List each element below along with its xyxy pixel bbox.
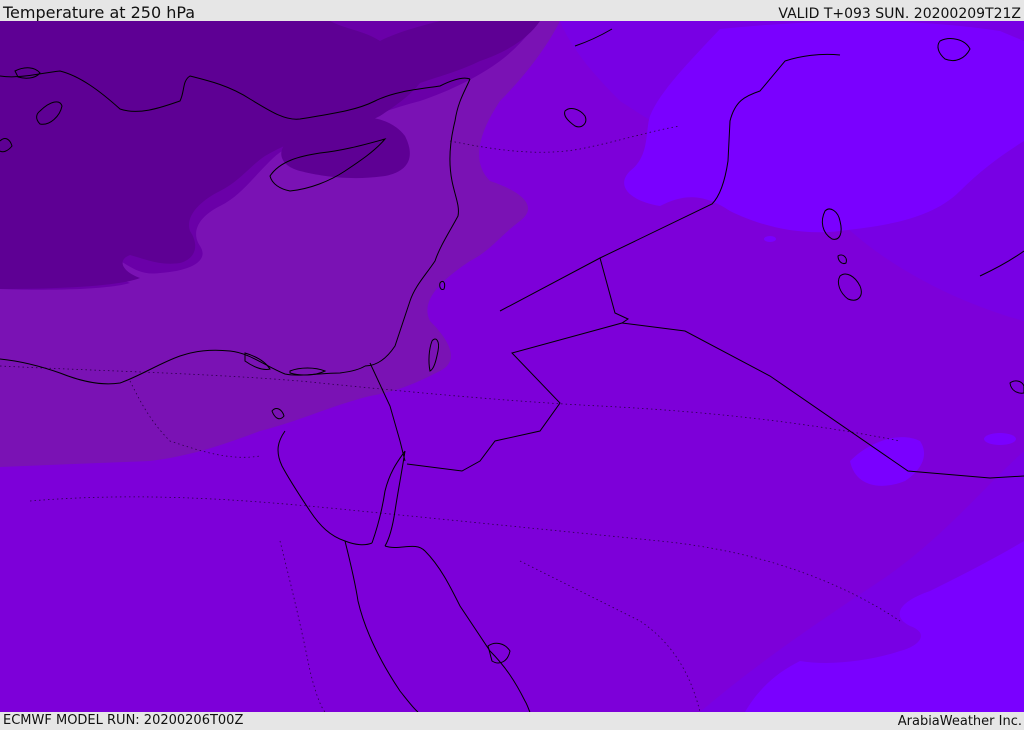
cold-patch-dot <box>764 236 776 242</box>
map-header: Temperature at 250 hPa VALID T+093 SUN. … <box>0 0 1024 22</box>
map-title: Temperature at 250 hPa <box>3 3 196 22</box>
temperature-map-svg <box>0 21 1024 712</box>
map-footer: ECMWF MODEL RUN: 20200206T00Z ArabiaWeat… <box>0 712 1024 729</box>
model-run-label: ECMWF MODEL RUN: 20200206T00Z <box>3 713 244 728</box>
credit-label: ArabiaWeather Inc. <box>897 714 1022 729</box>
cold-patch-small <box>984 433 1016 445</box>
weather-map <box>0 21 1024 712</box>
